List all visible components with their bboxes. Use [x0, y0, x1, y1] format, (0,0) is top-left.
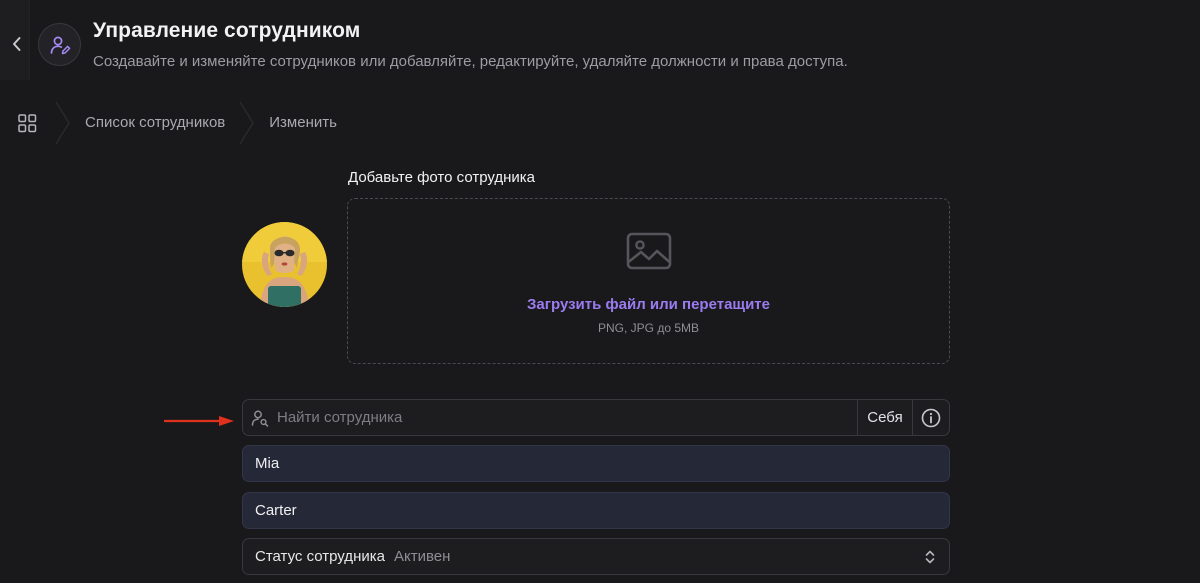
first-name-field	[242, 445, 950, 482]
user-search-icon	[243, 400, 277, 435]
employee-avatar[interactable]	[242, 222, 327, 307]
status-label: Статус сотрудника	[255, 548, 385, 565]
info-button[interactable]	[912, 400, 949, 435]
image-placeholder-icon	[626, 232, 672, 270]
back-button[interactable]	[6, 33, 28, 55]
breadcrumb-separator	[55, 102, 70, 144]
breadcrumb-separator	[239, 102, 254, 144]
search-input[interactable]	[277, 400, 857, 435]
breadcrumb-edit[interactable]: Изменить	[255, 102, 351, 144]
user-edit-icon	[38, 23, 81, 66]
upload-file-link[interactable]: Загрузить файл или перетащите	[348, 296, 949, 313]
employee-edit-page: Управление сотрудником Создавайте и изме…	[0, 0, 1200, 583]
annotation-arrow-icon	[164, 416, 234, 426]
photo-section-label: Добавьте фото сотрудника	[348, 169, 536, 186]
first-name-input[interactable]	[255, 455, 937, 472]
photo-upload-dropzone[interactable]: Загрузить файл или перетащите PNG, JPG д…	[347, 198, 950, 364]
page-subtitle: Создавайте и изменяйте сотрудников или д…	[93, 53, 848, 70]
chevron-left-icon	[13, 37, 21, 51]
chevron-updown-icon	[925, 550, 935, 563]
upload-hint: PNG, JPG до 5MB	[597, 321, 700, 335]
status-value: Активен	[393, 548, 451, 565]
breadcrumb-employee-list[interactable]: Список сотрудников	[71, 102, 239, 144]
info-icon	[921, 408, 941, 427]
last-name-field	[242, 492, 950, 529]
employee-status-select[interactable]: Статус сотрудника Активен	[242, 538, 950, 575]
page-title: Управление сотрудником	[93, 19, 361, 42]
employee-search: Себя	[242, 399, 950, 436]
select-self-button[interactable]: Себя	[857, 400, 912, 435]
breadcrumb-home[interactable]	[0, 102, 55, 144]
breadcrumb: Список сотрудников Изменить	[0, 102, 351, 144]
last-name-input[interactable]	[255, 502, 937, 519]
dashboard-grid-icon	[18, 113, 37, 132]
